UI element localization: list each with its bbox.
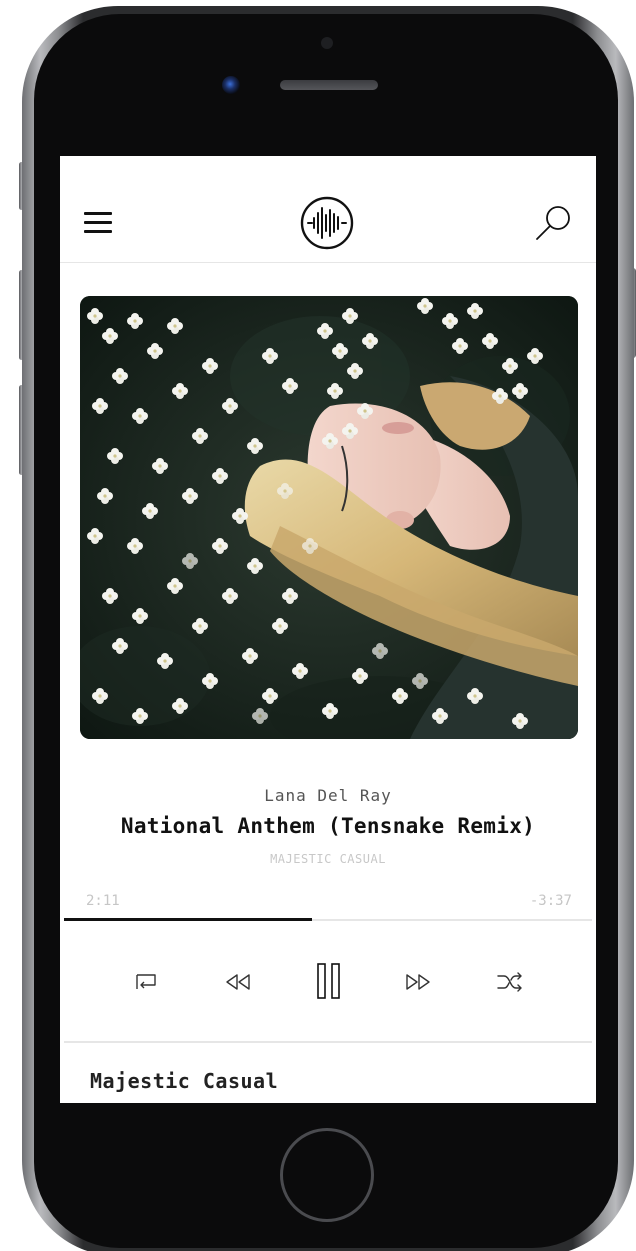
app-header xyxy=(60,156,596,263)
shuffle-icon[interactable] xyxy=(496,971,524,993)
proximity-sensor xyxy=(321,37,333,49)
pause-icon[interactable] xyxy=(316,962,342,1000)
home-button[interactable] xyxy=(280,1128,374,1222)
progress-fill xyxy=(64,918,313,921)
front-camera xyxy=(222,76,240,94)
elapsed-time: 2:11 xyxy=(86,893,120,909)
repeat-icon[interactable] xyxy=(134,971,160,993)
progress-bar[interactable] xyxy=(64,918,592,921)
channel-name[interactable]: MAJESTIC CASUAL xyxy=(60,852,596,866)
hamburger-menu-icon[interactable] xyxy=(84,212,112,234)
fast-forward-icon[interactable] xyxy=(404,971,432,993)
playlist-title[interactable]: Majestic Casual xyxy=(90,1069,278,1093)
section-divider xyxy=(64,1041,592,1043)
earpiece-speaker xyxy=(280,80,378,90)
soundwave-logo-icon[interactable] xyxy=(300,196,354,250)
device-mockup: Lana Del Ray National Anthem (Tensnake R… xyxy=(0,0,636,1251)
remaining-time: -3:37 xyxy=(529,893,572,909)
search-icon[interactable] xyxy=(534,202,574,242)
track-title: National Anthem (Tensnake Remix) xyxy=(120,814,536,838)
artist-name[interactable]: Lana Del Ray xyxy=(60,786,596,805)
album-art-image xyxy=(80,296,578,739)
app-screen: Lana Del Ray National Anthem (Tensnake R… xyxy=(60,156,596,1103)
rewind-icon[interactable] xyxy=(224,971,252,993)
